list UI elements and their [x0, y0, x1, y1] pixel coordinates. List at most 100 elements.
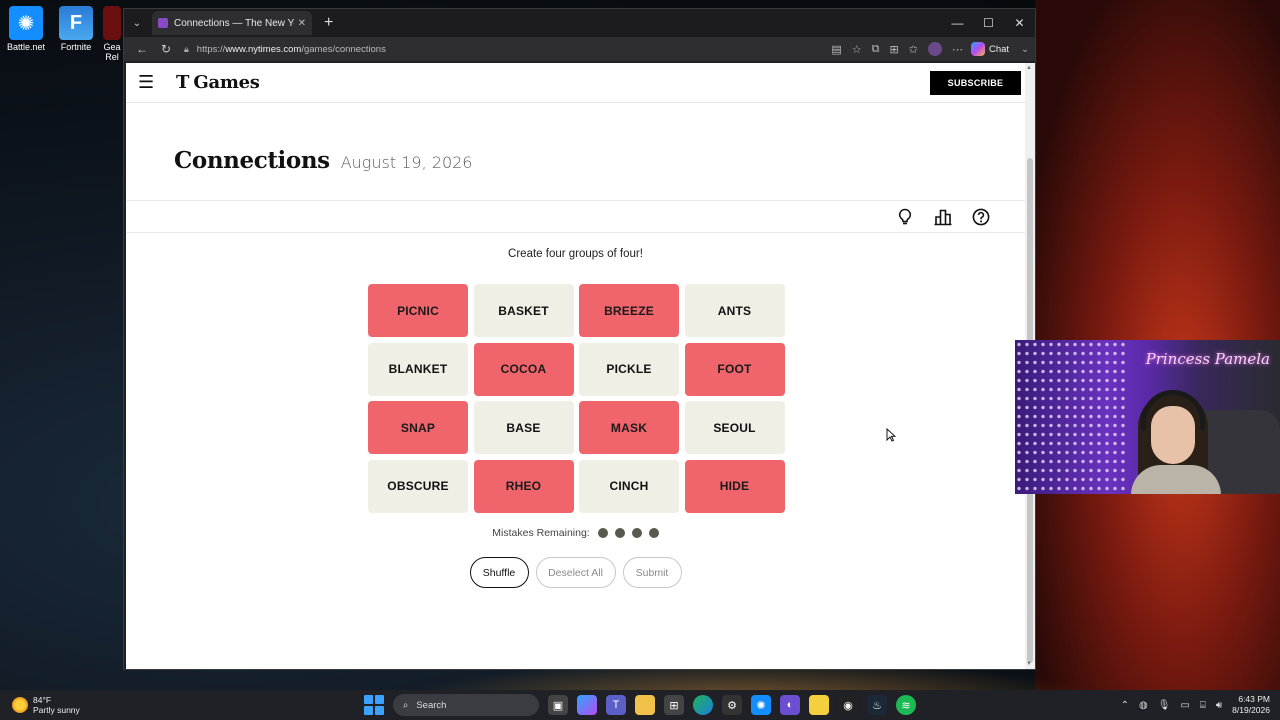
favorites-icon[interactable]: ✩: [909, 43, 918, 56]
battlenet-taskbar-icon[interactable]: ✺: [751, 695, 771, 715]
back-icon[interactable]: ←: [130, 42, 154, 56]
weather-desc: Partly sunny: [33, 705, 80, 715]
nyt-games-logo[interactable]: T Games: [176, 72, 260, 93]
word-card-foot[interactable]: FOOT: [684, 342, 785, 396]
toolbar-icons: ▤ ☆ ⧉ ⊞ ✩ ⋯: [831, 42, 963, 56]
minimize-icon[interactable]: —: [942, 16, 973, 30]
file-explorer-icon[interactable]: [635, 695, 655, 715]
more-options-icon[interactable]: ⋯: [952, 43, 963, 56]
sticky-notes-icon[interactable]: [809, 695, 829, 715]
teams-icon[interactable]: T: [606, 695, 626, 715]
settings-gear-icon[interactable]: ⚙: [722, 695, 742, 715]
copilot-icon: [970, 42, 985, 56]
mistakes-remaining: Mistakes Remaining:: [126, 527, 1025, 539]
fortnite-icon: F: [59, 6, 93, 40]
taskbar: 84°F Partly sunny ⌕ Search ▣ T ⊞ ⚙ ✺ ◐ ◉…: [0, 690, 1280, 720]
search-label: Search: [416, 699, 447, 711]
word-card-pickle[interactable]: PICKLE: [579, 342, 679, 396]
scroll-up-icon[interactable]: ▲: [1026, 65, 1032, 71]
stats-chart-icon[interactable]: [933, 207, 953, 227]
nyt-logo-mark: T: [176, 72, 190, 93]
profile-avatar-icon[interactable]: [927, 42, 942, 56]
tab-bar: ⌄ Connections — The New York Times ✕ + —…: [124, 9, 1035, 37]
url-domain: www.nytimes.com: [225, 43, 302, 55]
extensions-icon[interactable]: ⧉: [872, 43, 880, 56]
word-card-rheo[interactable]: RHEO: [473, 459, 574, 513]
streamer-name-overlay: Princess Pamela: [1145, 350, 1270, 368]
favorite-star-icon[interactable]: ☆: [852, 43, 862, 56]
refresh-icon[interactable]: ↻: [154, 42, 178, 56]
word-card-cocoa[interactable]: COCOA: [473, 342, 574, 396]
network-icon[interactable]: ⌸: [1200, 700, 1206, 711]
word-card-base[interactable]: BASE: [473, 401, 574, 454]
desktop-icon-battlenet[interactable]: ✺ Battle.net: [1, 6, 51, 52]
mistake-dots: [597, 528, 659, 538]
task-view-icon[interactable]: ▣: [548, 695, 568, 715]
word-card-picnic[interactable]: PICNIC: [368, 284, 468, 337]
mistakes-label: Mistakes Remaining:: [492, 527, 590, 539]
word-card-ants[interactable]: ANTS: [684, 284, 785, 337]
close-tab-icon[interactable]: ✕: [298, 18, 306, 29]
clock-time: 6:43 PM: [1238, 694, 1270, 704]
system-tray: ⌃ ◍ 🎙︎ ▭ ⌸ 🔊︎ 6:43 PM 8/19/2026: [1121, 690, 1270, 720]
desktop-icon-gears[interactable]: Gea Rel: [101, 6, 123, 62]
system-clock[interactable]: 6:43 PM 8/19/2026: [1232, 694, 1270, 716]
desktop-icon-label: Gea Rel: [103, 42, 121, 62]
reading-view-icon[interactable]: ▤: [831, 43, 841, 56]
mistake-dot: [597, 528, 608, 538]
word-card-blanket[interactable]: BLANKET: [368, 342, 468, 396]
spotify-icon[interactable]: ≋: [896, 695, 916, 715]
obs-icon[interactable]: ◉: [838, 695, 858, 715]
microphone-icon[interactable]: 🎙︎: [1158, 700, 1171, 711]
url-path: /games/connections: [301, 43, 386, 55]
word-card-hide[interactable]: HIDE: [684, 459, 785, 513]
shuffle-button[interactable]: Shuffle: [469, 557, 529, 588]
url-prefix: https://: [196, 43, 226, 55]
word-card-seoul[interactable]: SEOUL: [684, 401, 785, 454]
copilot-app-icon[interactable]: [577, 695, 597, 715]
hamburger-menu-icon[interactable]: ☰: [138, 72, 162, 93]
maximize-icon[interactable]: ☐: [973, 16, 1004, 30]
tray-app-icon[interactable]: ◍: [1139, 700, 1148, 711]
word-card-mask[interactable]: MASK: [579, 401, 679, 454]
address-bar[interactable]: 🔒︎ https://www.nytimes.com/games/connect…: [184, 44, 831, 55]
edge-icon[interactable]: [693, 695, 713, 715]
word-card-snap[interactable]: SNAP: [368, 401, 468, 454]
taskbar-search[interactable]: ⌕ Search: [393, 694, 539, 716]
word-card-breeze[interactable]: BREEZE: [579, 284, 679, 337]
chevron-up-icon[interactable]: ⌃: [1121, 700, 1129, 711]
discord-icon[interactable]: ◐: [780, 695, 800, 715]
hint-lightbulb-icon[interactable]: [895, 207, 915, 227]
tab-connections[interactable]: Connections — The New York Times ✕: [152, 11, 312, 35]
collections-icon[interactable]: ⊞: [890, 43, 899, 56]
chevron-down-icon[interactable]: ⌄: [1021, 44, 1029, 55]
led-wall-background: [1015, 340, 1125, 494]
display-icon[interactable]: ▭: [1180, 700, 1189, 711]
game-controls: Shuffle Deselect All Submit: [126, 557, 1025, 588]
windows-start-icon[interactable]: [364, 695, 384, 715]
submit-button[interactable]: Submit: [622, 557, 682, 588]
help-question-icon[interactable]: [971, 207, 991, 227]
word-grid: PICNIC BASKET BREEZE ANTS BLANKET COCOA PICKLE…: [368, 284, 786, 513]
store-icon[interactable]: ⊞: [664, 695, 684, 715]
close-window-icon[interactable]: ✕: [1004, 16, 1035, 30]
steam-icon[interactable]: ♨: [867, 695, 887, 715]
page-content: ☰ T Games SUBSCRIBE Connections August 1…: [126, 63, 1025, 669]
address-bar-row: ← ↻ 🔒︎ https://www.nytimes.com/games/con…: [124, 37, 1035, 61]
word-card-obscure[interactable]: OBSCURE: [368, 459, 468, 513]
desktop-icon-fortnite[interactable]: F Fortnite: [51, 6, 101, 52]
window-controls: — ☐ ✕: [942, 16, 1035, 30]
tab-list-dropdown-icon[interactable]: ⌄: [126, 12, 148, 34]
copilot-chat-button[interactable]: Chat ⌄: [970, 42, 1029, 56]
deselect-all-button[interactable]: Deselect All: [535, 557, 616, 588]
weather-widget[interactable]: 84°F Partly sunny: [12, 695, 80, 715]
volume-icon[interactable]: 🔊︎: [1216, 700, 1222, 711]
scroll-down-icon[interactable]: ▼: [1026, 661, 1032, 667]
word-card-cinch[interactable]: CINCH: [579, 459, 679, 513]
lock-icon[interactable]: 🔒︎: [184, 44, 189, 55]
taskbar-apps: ⌕ Search ▣ T ⊞ ⚙ ✺ ◐ ◉ ♨ ≋: [364, 690, 916, 720]
instructions-text: Create four groups of four!: [508, 248, 643, 260]
new-tab-icon[interactable]: +: [324, 14, 333, 32]
word-card-basket[interactable]: BASKET: [473, 284, 574, 337]
subscribe-button[interactable]: SUBSCRIBE: [930, 70, 1021, 95]
